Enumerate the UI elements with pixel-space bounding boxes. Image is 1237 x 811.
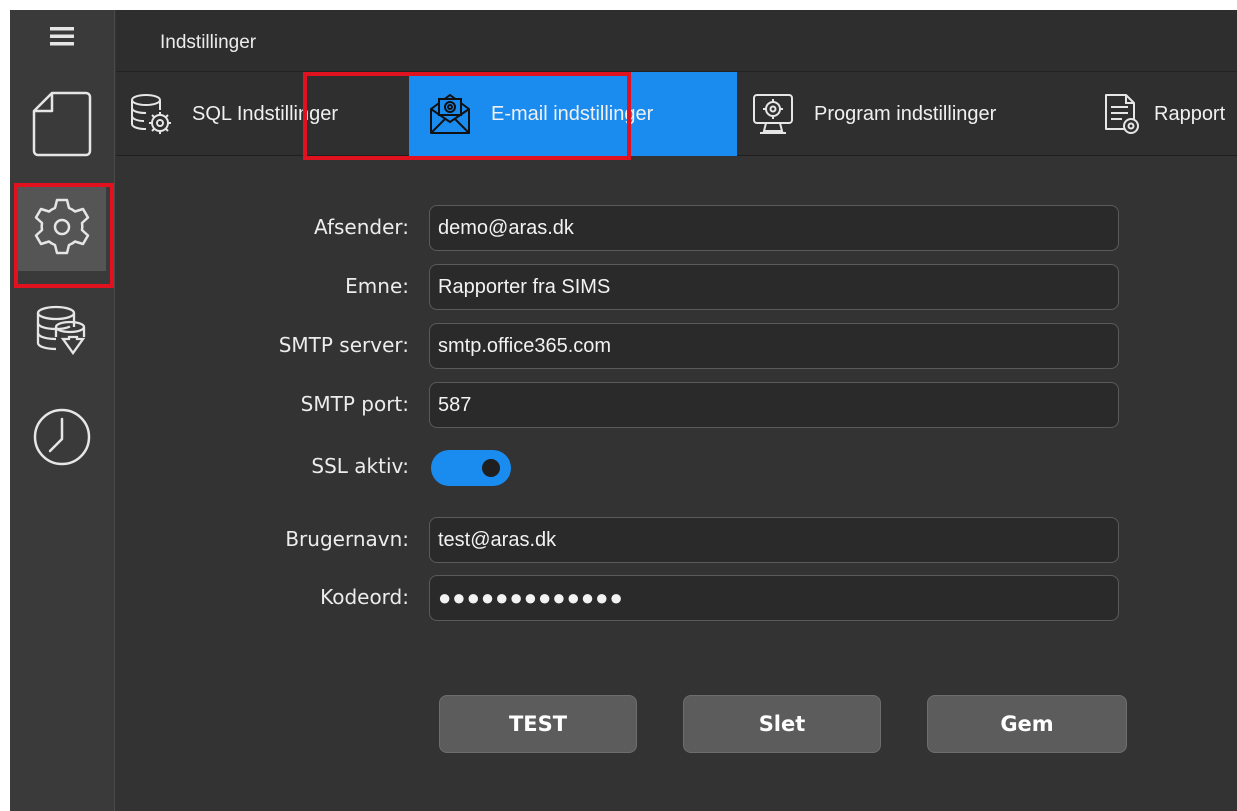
sender-input[interactable] bbox=[429, 205, 1119, 251]
app-window: Indstillinger SQL Indstillinger E-mail i… bbox=[10, 10, 1237, 811]
smtp-server-input[interactable] bbox=[429, 323, 1119, 369]
password-label: Kodeord: bbox=[320, 585, 409, 609]
sidebar-item-new-document[interactable] bbox=[18, 80, 106, 168]
password-row: Kodeord: bbox=[116, 573, 1237, 623]
sidebar-item-database-download[interactable] bbox=[18, 290, 106, 378]
smtp-port-input[interactable] bbox=[429, 382, 1119, 428]
username-label: Brugernavn: bbox=[285, 527, 409, 551]
smtp-server-row: SMTP server: bbox=[116, 321, 1237, 371]
tab-email-settings-label: E-mail indstillinger bbox=[491, 102, 654, 125]
tab-report-settings[interactable]: Rapport bbox=[1094, 72, 1225, 156]
ssl-row: SSL aktiv: bbox=[116, 442, 1237, 492]
report-gear-icon bbox=[1098, 91, 1144, 137]
delete-button[interactable]: Slet bbox=[683, 695, 881, 753]
ssl-toggle[interactable] bbox=[431, 450, 511, 486]
clock-icon bbox=[33, 408, 91, 466]
tab-program-settings[interactable]: Program indstillinger bbox=[746, 72, 1006, 156]
tab-program-settings-label: Program indstillinger bbox=[814, 102, 997, 125]
database-download-icon bbox=[36, 305, 86, 355]
tab-sql-settings[interactable]: SQL Indstillinger bbox=[124, 72, 348, 156]
smtp-port-row: SMTP port: bbox=[116, 380, 1237, 430]
database-gear-icon bbox=[128, 91, 174, 137]
test-button[interactable]: TEST bbox=[439, 695, 637, 753]
sender-row: Afsender: bbox=[116, 203, 1237, 253]
tab-report-settings-label: Rapport bbox=[1154, 102, 1226, 125]
subject-label: Emne: bbox=[345, 274, 409, 298]
ssl-toggle-knob bbox=[482, 459, 500, 477]
title-bar: Indstillinger bbox=[116, 10, 1237, 72]
ssl-label: SSL aktiv: bbox=[311, 454, 409, 478]
sidebar-item-schedule[interactable] bbox=[18, 393, 106, 481]
subject-input[interactable] bbox=[429, 264, 1119, 310]
sender-label: Afsender: bbox=[313, 215, 409, 239]
subject-row: Emne: bbox=[116, 262, 1237, 312]
hamburger-menu-icon bbox=[50, 27, 74, 46]
username-input[interactable] bbox=[429, 517, 1119, 563]
settings-tab-bar: SQL Indstillinger E-mail indstillinger P… bbox=[116, 72, 1237, 156]
sidebar bbox=[10, 10, 115, 811]
page-title: Indstillinger bbox=[160, 32, 257, 53]
gear-icon bbox=[34, 198, 90, 255]
monitor-gear-icon bbox=[750, 91, 796, 137]
hamburger-menu-button[interactable] bbox=[18, 10, 106, 62]
main-panel: Indstillinger SQL Indstillinger E-mail i… bbox=[116, 10, 1237, 811]
email-gear-icon bbox=[427, 91, 473, 137]
smtp-port-label: SMTP port: bbox=[300, 392, 409, 416]
smtp-server-label: SMTP server: bbox=[278, 333, 409, 357]
new-document-icon bbox=[32, 91, 92, 157]
sidebar-item-settings[interactable] bbox=[18, 183, 106, 271]
password-input[interactable] bbox=[429, 575, 1119, 621]
save-button[interactable]: Gem bbox=[927, 695, 1127, 753]
username-row: Brugernavn: bbox=[116, 515, 1237, 565]
tab-sql-settings-label: SQL Indstillinger bbox=[192, 102, 338, 125]
tab-email-settings[interactable]: E-mail indstillinger bbox=[409, 72, 737, 156]
